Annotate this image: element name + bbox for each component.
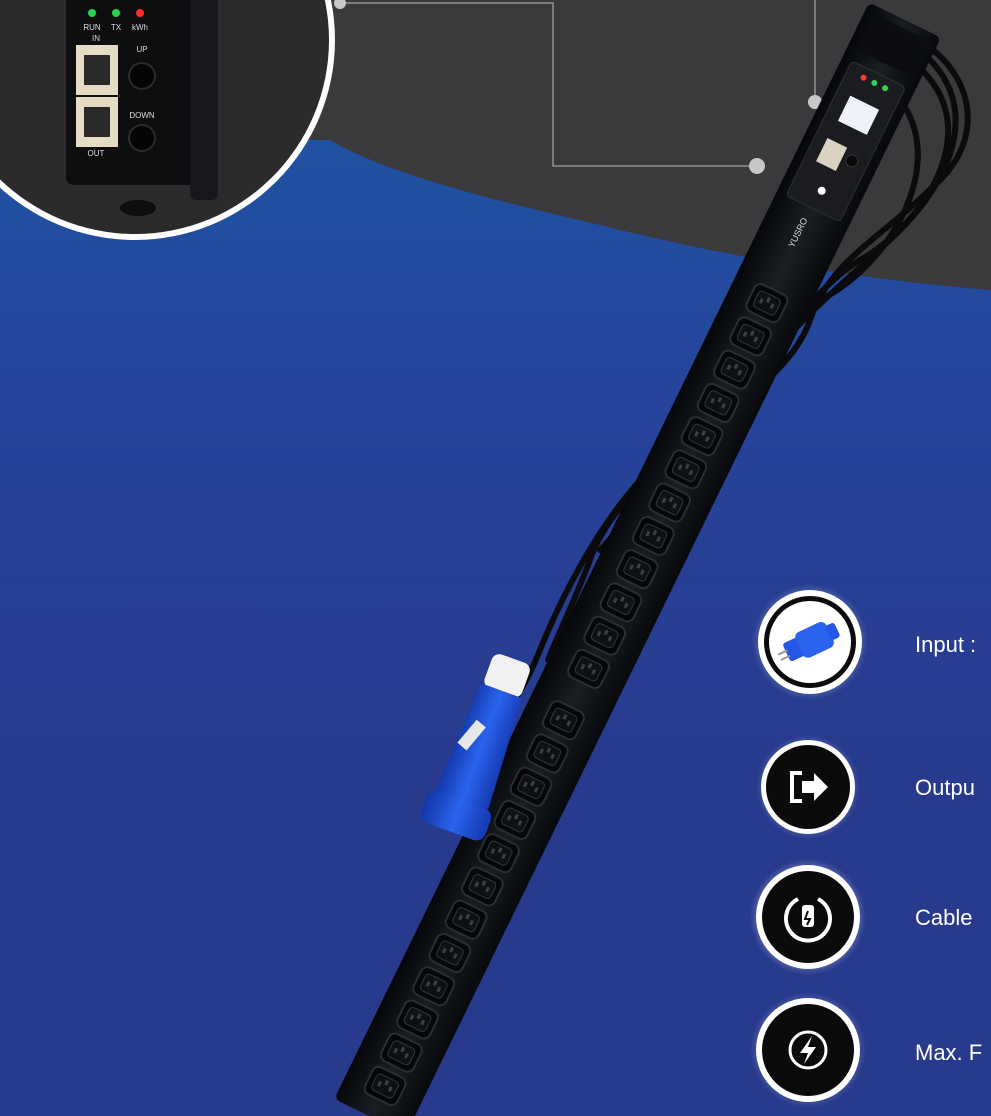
spec-icon-power bbox=[750, 992, 866, 1108]
spec-label-input: Input : bbox=[915, 632, 977, 657]
spec-label-max-power: Max. F bbox=[915, 1040, 983, 1065]
led-label-kwh: kWh bbox=[132, 23, 148, 32]
port-in-label: IN bbox=[92, 34, 100, 43]
callout-dot bbox=[749, 158, 765, 174]
tx-led-icon bbox=[112, 9, 120, 17]
button-down-label: DOWN bbox=[129, 111, 155, 120]
spec-icon-output bbox=[756, 735, 860, 839]
spec-icon-cable bbox=[750, 859, 866, 975]
led-label-tx: TX bbox=[111, 23, 122, 32]
port-out-label: OUT bbox=[88, 149, 105, 158]
down-button[interactable] bbox=[128, 124, 156, 152]
run-led-icon bbox=[88, 9, 96, 17]
controller-detail-inset: RUN TX kWh IN OUT UP DOWN bbox=[0, 0, 335, 240]
spec-label-output: Outpu bbox=[915, 775, 975, 800]
product-stage: YUSRO RUN TX kWh IN OUT UP DOWN bbox=[0, 0, 991, 1116]
spec-label-cable: Cable bbox=[915, 905, 973, 930]
spec-icon-input bbox=[752, 584, 868, 700]
led-label-run: RUN bbox=[83, 23, 101, 32]
button-up-label: UP bbox=[136, 45, 147, 54]
up-button[interactable] bbox=[128, 62, 156, 90]
kwh-led-icon bbox=[136, 9, 144, 17]
